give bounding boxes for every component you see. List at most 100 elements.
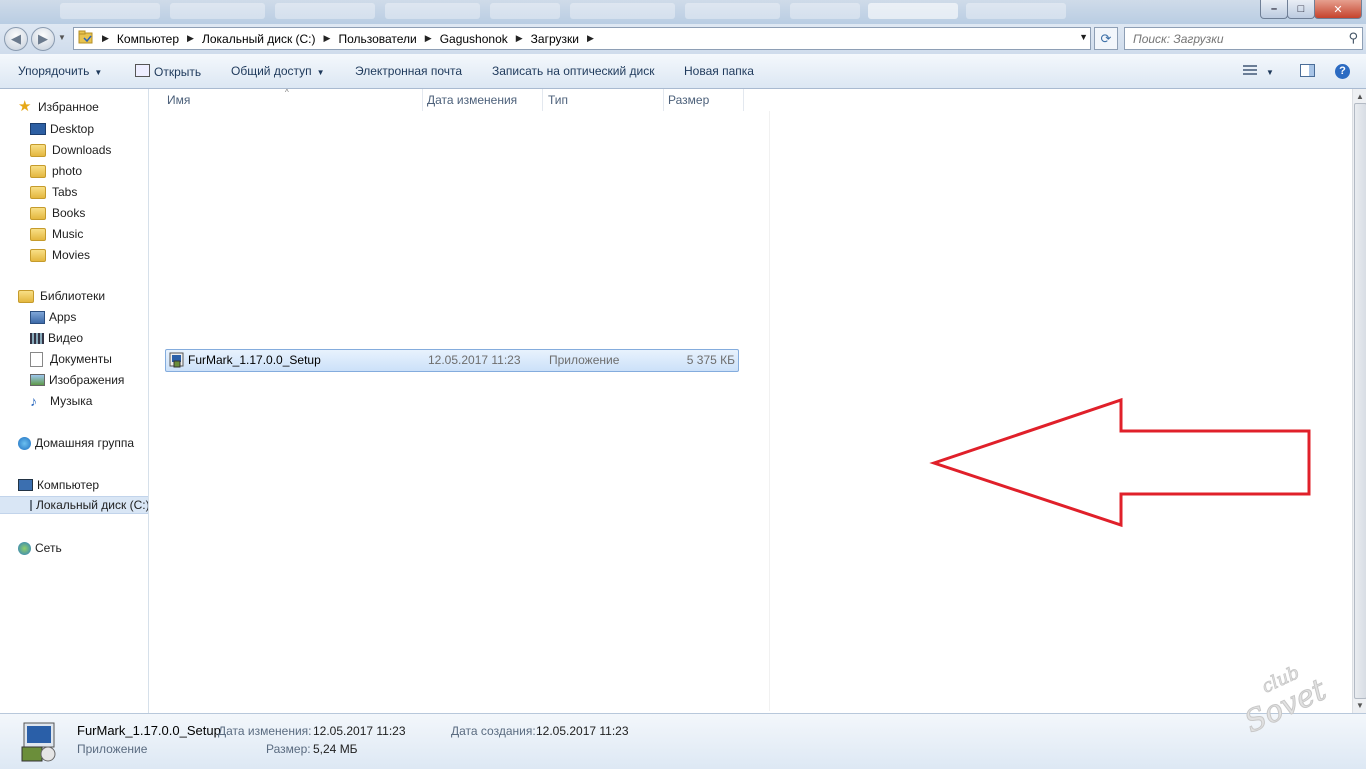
drive-icon [30, 499, 32, 511]
downloads-folder-icon [30, 143, 46, 157]
folder-icon [30, 206, 46, 220]
favorites-label: Избранное [38, 100, 99, 114]
forward-arrow-icon: ▶ [38, 31, 48, 46]
close-button[interactable]: ✕ [1314, 0, 1362, 19]
details-file-type: Приложение [77, 742, 148, 756]
breadcrumb-separator[interactable]: ▶ [187, 33, 194, 44]
minimize-button[interactable]: – [1260, 0, 1288, 19]
network-item[interactable]: Сеть [18, 539, 62, 557]
share-label: Общий доступ [231, 64, 312, 78]
file-row[interactable]: FurMark_1.17.0.0_Setup 12.05.2017 11:23 … [165, 349, 739, 372]
open-label: Открыть [154, 65, 202, 79]
sidebar-item-books[interactable]: Books [30, 204, 85, 222]
breadcrumb-item[interactable]: Компьютер [117, 32, 179, 46]
computer-group[interactable]: Компьютер [18, 476, 99, 494]
sidebar-item-label: Music [52, 227, 84, 241]
breadcrumb-separator[interactable]: ▶ [516, 33, 523, 44]
sidebar-item-video[interactable]: Видео [30, 329, 83, 347]
sidebar-item-movies[interactable]: Movies [30, 246, 90, 264]
organize-button[interactable]: Упорядочить ▼ [18, 64, 102, 78]
help-button[interactable]: ? [1335, 63, 1350, 79]
sidebar-item-desktop[interactable]: Desktop [30, 120, 94, 138]
address-dropdown-icon[interactable]: ▼ [1079, 32, 1088, 42]
watermark-logo: club Sovet [1239, 662, 1333, 735]
breadcrumb-separator[interactable]: ▶ [587, 33, 594, 44]
sidebar-item-music[interactable]: Music [30, 225, 83, 243]
arrow-shape [929, 397, 1311, 528]
details-created-label: Дата создания: [451, 724, 536, 738]
column-header-type[interactable]: Тип [544, 89, 664, 111]
forward-button[interactable]: ▶ [31, 27, 55, 51]
open-button[interactable]: Открыть [135, 64, 201, 79]
sidebar-item-apps[interactable]: Apps [30, 308, 76, 326]
search-icon[interactable]: ⚲ [1348, 30, 1358, 46]
libraries-icon [18, 289, 34, 303]
sidebar-item-label: Документы [50, 352, 112, 366]
back-arrow-icon: ◀ [11, 31, 21, 46]
column-header-modified[interactable]: Дата изменения [423, 89, 543, 111]
favorites-group[interactable]: ★ Избранное [18, 98, 99, 116]
view-options-button[interactable]: ▼ [1243, 64, 1274, 78]
homegroup-item[interactable]: Домашняя группа [18, 434, 134, 452]
breadcrumb-separator[interactable]: ▶ [102, 33, 109, 44]
background-tab [170, 3, 265, 19]
star-icon: ★ [18, 98, 32, 115]
column-header-size[interactable]: Размер [664, 89, 744, 111]
recent-pages-dropdown[interactable]: ▼ [58, 33, 66, 42]
organize-label: Упорядочить [18, 64, 90, 78]
maximize-button[interactable]: □ [1287, 0, 1315, 19]
breadcrumb-item[interactable]: Локальный диск (C:) [202, 32, 316, 46]
sidebar-item-music-library[interactable]: ♪ Музыка [30, 392, 92, 410]
sidebar-item-photo[interactable]: photo [30, 162, 82, 180]
breadcrumb-separator[interactable]: ▶ [425, 33, 432, 44]
search-box[interactable]: ⚲ [1124, 27, 1363, 50]
background-tab [490, 3, 560, 19]
sidebar-item-documents[interactable]: Документы [30, 350, 112, 368]
documents-library-icon [30, 351, 43, 367]
background-tab [790, 3, 860, 19]
background-tab [868, 3, 958, 19]
file-list-view[interactable]: Имя ^ Дата изменения Тип Размер FurMark_… [149, 88, 1352, 713]
chevron-down-icon: ▼ [94, 68, 103, 77]
folder-icon [30, 248, 46, 262]
sidebar-item-tabs[interactable]: Tabs [30, 183, 77, 201]
chevron-down-icon: ▼ [1266, 68, 1274, 77]
breadcrumb-item[interactable]: Gagushonok [440, 32, 508, 46]
apps-library-icon [30, 310, 45, 324]
details-pane: FurMark_1.17.0.0_Setup Приложение Дата и… [0, 713, 1366, 769]
installer-large-icon [18, 719, 60, 766]
search-input[interactable] [1131, 30, 1340, 47]
share-button[interactable]: Общий доступ ▼ [231, 64, 325, 78]
view-list-icon [1243, 65, 1257, 75]
email-button[interactable]: Электронная почта [355, 64, 462, 78]
video-library-icon [30, 332, 44, 344]
scroll-down-icon[interactable]: ▼ [1356, 701, 1364, 710]
details-modified-label: Дата изменения: [218, 724, 312, 738]
details-size-value: 5,24 МБ [313, 742, 358, 756]
libraries-group[interactable]: Библиотеки [18, 287, 105, 305]
breadcrumb-item[interactable]: Загрузки [531, 32, 579, 46]
preview-pane-button[interactable] [1300, 64, 1315, 80]
file-type: Приложение [549, 353, 620, 367]
file-name: FurMark_1.17.0.0_Setup [188, 353, 321, 367]
sidebar-item-label: Видео [48, 331, 84, 345]
breadcrumb-item[interactable]: Пользователи [338, 32, 416, 46]
file-modified: 12.05.2017 11:23 [428, 353, 521, 367]
sidebar-item-label: Movies [52, 248, 91, 262]
vertical-scrollbar[interactable]: ▲ ▼ [1352, 89, 1366, 713]
sidebar-item-label: Tabs [52, 185, 78, 199]
scrollbar-thumb[interactable] [1354, 103, 1366, 699]
refresh-button[interactable]: ⟳ [1094, 27, 1118, 50]
column-header-name[interactable]: Имя ^ [163, 88, 423, 111]
breadcrumb-separator[interactable]: ▶ [324, 33, 331, 44]
scroll-up-icon[interactable]: ▲ [1356, 92, 1364, 101]
new-folder-button[interactable]: Новая папка [684, 64, 754, 78]
burn-disc-button[interactable]: Записать на оптический диск [492, 64, 655, 78]
computer-icon [18, 479, 33, 491]
back-button[interactable]: ◀ [4, 27, 28, 51]
homegroup-label: Домашняя группа [35, 436, 135, 450]
sidebar-item-pictures[interactable]: Изображения [30, 371, 124, 389]
address-bar[interactable]: ▶ Компьютер ▶ Локальный диск (C:) ▶ Поль… [73, 27, 1091, 50]
sidebar-item-local-disk[interactable]: Локальный диск (C:) [0, 496, 148, 514]
sidebar-item-downloads[interactable]: Downloads [30, 141, 111, 159]
